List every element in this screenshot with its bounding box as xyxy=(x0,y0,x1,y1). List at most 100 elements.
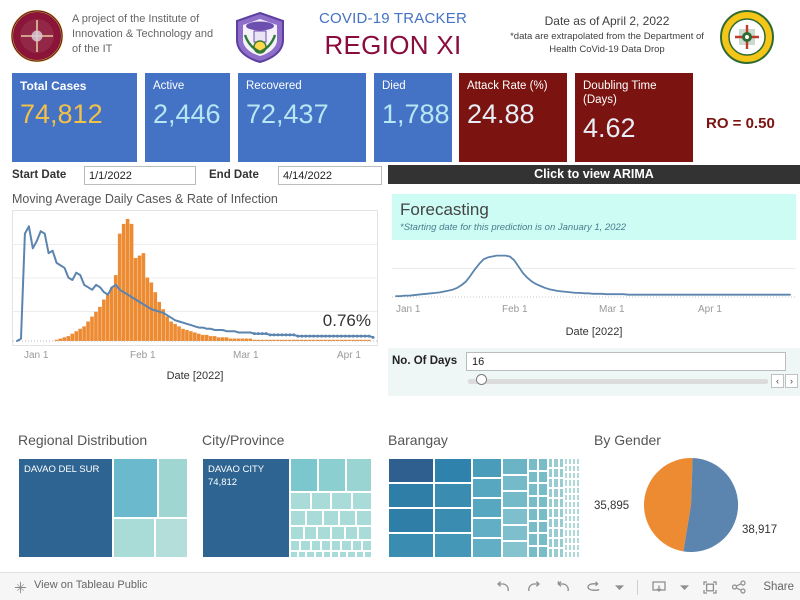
treemap-cell[interactable] xyxy=(528,533,538,546)
kpi-card-recovered[interactable]: Recovered 72,437 xyxy=(238,73,366,162)
treemap-cell[interactable] xyxy=(339,510,356,526)
treemap-cell[interactable] xyxy=(314,551,323,558)
treemap-cell[interactable] xyxy=(290,492,311,510)
pie-slice-female[interactable] xyxy=(643,457,693,552)
treemap-cell[interactable] xyxy=(388,533,434,558)
treemap-cell[interactable] xyxy=(576,493,580,501)
treemap-cell[interactable] xyxy=(355,551,364,558)
fullscreen-icon[interactable] xyxy=(702,580,718,595)
treemap-cell[interactable] xyxy=(576,543,580,551)
treemap-cell[interactable] xyxy=(502,541,528,558)
kpi-card-doubling-time[interactable]: Doubling Time (Days) 4.62 xyxy=(575,73,693,162)
end-date-input[interactable]: 4/14/2022 xyxy=(278,166,382,185)
treemap-cell[interactable] xyxy=(538,458,548,471)
treemap-cell[interactable] xyxy=(538,545,548,558)
treemap-cell[interactable] xyxy=(303,526,318,540)
treemap-cell[interactable] xyxy=(576,508,580,516)
treemap-cell[interactable] xyxy=(538,470,548,483)
treemap-cell[interactable] xyxy=(331,492,352,510)
treemap-cell[interactable] xyxy=(434,533,472,558)
barangay-treemap[interactable] xyxy=(388,458,580,558)
treemap-cell[interactable] xyxy=(355,510,372,526)
treemap-cell[interactable] xyxy=(306,551,315,558)
treemap-cell[interactable] xyxy=(472,498,502,518)
treemap-cell[interactable] xyxy=(347,551,356,558)
treemap-cell[interactable] xyxy=(528,508,538,521)
chart-plot-area[interactable]: 0.76% xyxy=(12,210,378,346)
share-icon[interactable] xyxy=(731,580,747,594)
refresh-icon[interactable] xyxy=(585,580,602,594)
treemap-cell[interactable] xyxy=(576,536,580,544)
treemap-cell[interactable] xyxy=(388,508,434,533)
treemap-cell[interactable] xyxy=(363,551,372,558)
treemap-cell[interactable] xyxy=(331,526,345,540)
treemap-cell[interactable] xyxy=(290,510,307,526)
treemap-cell[interactable] xyxy=(290,551,299,558)
regional-treemap[interactable]: DAVAO DEL SUR xyxy=(18,458,188,558)
days-input[interactable]: 16 xyxy=(466,352,786,371)
forecast-plot-area[interactable] xyxy=(392,244,796,302)
treemap-cell[interactable] xyxy=(576,500,580,508)
treemap-cell[interactable] xyxy=(576,529,580,537)
treemap-cell[interactable] xyxy=(361,540,372,551)
treemap-cell[interactable] xyxy=(290,540,301,551)
treemap-cell[interactable] xyxy=(502,508,528,525)
treemap-cell[interactable] xyxy=(576,479,580,487)
city-treemap[interactable]: DAVAO CITY 74,812 xyxy=(202,458,372,558)
treemap-cell[interactable] xyxy=(576,465,580,473)
treemap-cell[interactable] xyxy=(290,526,304,540)
treemap-cell[interactable] xyxy=(317,526,331,540)
treemap-cell[interactable]: DAVAO DEL SUR xyxy=(18,458,113,558)
download-icon[interactable] xyxy=(651,580,667,595)
treemap-cell[interactable] xyxy=(528,545,538,558)
treemap-cell[interactable] xyxy=(345,458,372,492)
treemap-cell[interactable] xyxy=(576,522,580,530)
treemap-cell[interactable] xyxy=(290,458,318,492)
treemap-cell[interactable] xyxy=(331,540,342,551)
treemap-cell[interactable] xyxy=(300,540,311,551)
treemap-cell[interactable] xyxy=(155,518,188,558)
treemap-cell[interactable] xyxy=(322,551,331,558)
treemap-cell[interactable] xyxy=(351,540,362,551)
treemap-cell[interactable] xyxy=(388,458,434,483)
treemap-cell[interactable] xyxy=(576,458,580,466)
treemap-cell[interactable] xyxy=(502,524,528,542)
treemap-cell[interactable] xyxy=(538,495,548,508)
treemap-cell[interactable] xyxy=(502,491,528,508)
treemap-cell[interactable] xyxy=(320,540,331,551)
treemap-cell[interactable] xyxy=(310,540,321,551)
share-label[interactable]: Share xyxy=(763,581,794,593)
treemap-cell[interactable] xyxy=(310,492,331,510)
treemap-cell[interactable] xyxy=(502,458,528,475)
treemap-cell[interactable] xyxy=(344,526,359,540)
revert-icon[interactable] xyxy=(555,580,572,595)
kpi-card-total-cases[interactable]: Total Cases 74,812 xyxy=(12,73,137,162)
days-slider-handle[interactable] xyxy=(476,374,487,385)
treemap-cell[interactable] xyxy=(434,483,472,508)
treemap-cell[interactable] xyxy=(388,483,434,508)
kpi-card-attack-rate[interactable]: Attack Rate (%) 24.88 xyxy=(459,73,567,162)
treemap-cell[interactable] xyxy=(576,472,580,480)
treemap-cell[interactable] xyxy=(502,474,528,492)
treemap-cell[interactable] xyxy=(528,520,538,533)
chevron-down-icon[interactable] xyxy=(680,584,690,591)
treemap-cell[interactable] xyxy=(538,533,548,546)
start-date-input[interactable]: 1/1/2022 xyxy=(84,166,196,185)
arima-banner-button[interactable]: Click to view ARIMA xyxy=(388,165,800,184)
treemap-cell[interactable] xyxy=(576,550,580,558)
treemap-cell[interactable] xyxy=(528,458,538,471)
treemap-cell[interactable] xyxy=(528,483,538,496)
days-slider-track[interactable] xyxy=(468,379,768,384)
treemap-cell[interactable] xyxy=(158,458,188,518)
treemap-cell[interactable] xyxy=(538,508,548,521)
treemap-cell[interactable] xyxy=(113,518,155,558)
redo-icon[interactable] xyxy=(525,580,542,595)
view-on-tableau-public-link[interactable]: View on Tableau Public xyxy=(34,579,147,591)
treemap-cell[interactable] xyxy=(472,478,502,498)
treemap-cell[interactable] xyxy=(113,458,158,518)
kpi-card-active[interactable]: Active 2,446 xyxy=(145,73,230,162)
treemap-cell[interactable] xyxy=(351,492,372,510)
treemap-cell[interactable] xyxy=(341,540,352,551)
treemap-cell[interactable] xyxy=(322,510,340,526)
treemap-cell[interactable] xyxy=(434,508,472,533)
